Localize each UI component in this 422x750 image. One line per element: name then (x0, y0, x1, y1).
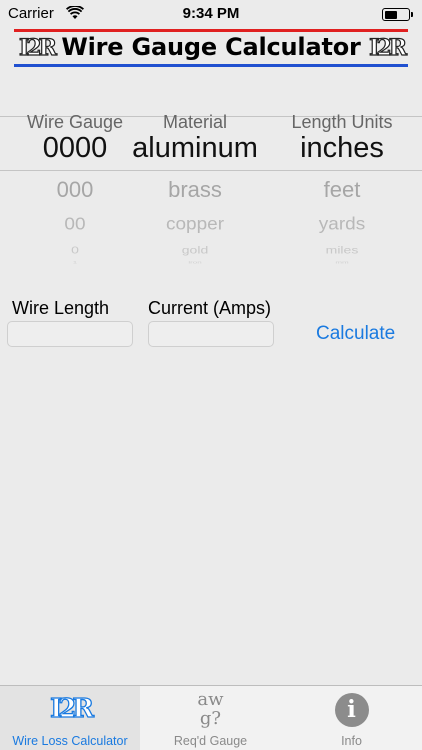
awg-icon-line2: g? (199, 708, 222, 729)
tab-label: Wire Loss Calculator (12, 734, 128, 748)
battery-icon (382, 8, 413, 21)
length-unit-option[interactable]: feet (272, 177, 412, 203)
calculate-button[interactable]: Calculate (316, 323, 395, 345)
material-option[interactable]: iron (120, 261, 270, 265)
app-banner: I2R Wire Gauge Calculator I2R (14, 28, 408, 68)
info-icon: i (334, 693, 369, 727)
current-label: Current (Amps) (148, 298, 272, 318)
wire-picker[interactable]: Wire Gauge Material Length Units 0000 al… (0, 106, 422, 271)
app-title: Wire Gauge Calculator (61, 33, 361, 61)
gauge-option[interactable]: 000 (14, 177, 136, 203)
i2r-logo-right: I2R (369, 34, 408, 61)
length-unit-option[interactable]: mm (272, 261, 412, 265)
length-unit-selected[interactable]: inches (272, 132, 412, 165)
gauge-option[interactable]: 0 (14, 244, 136, 255)
length-unit-option[interactable]: miles (272, 244, 412, 255)
status-bar: Carrier 9:34 PM (0, 0, 422, 28)
picker-header-length-units: Length Units (291, 112, 393, 132)
banner-red-line (14, 29, 408, 32)
clock-time: 9:34 PM (182, 5, 240, 22)
tab-wire-loss-calculator[interactable]: I2R Wire Loss Calculator (0, 686, 140, 750)
tab-info[interactable]: i Info (281, 686, 422, 750)
wire-length-input[interactable] (7, 321, 133, 347)
length-unit-option[interactable]: yards (272, 215, 412, 235)
tab-label: Info (341, 734, 362, 748)
tab-bar: I2R Wire Loss Calculator aw g? Req'd Gau… (0, 685, 422, 750)
gauge-option[interactable]: 00 (14, 215, 136, 235)
picker-selection-bottom-line (0, 170, 422, 171)
gauge-option[interactable]: 1 (14, 261, 136, 265)
material-option[interactable]: gold (120, 244, 270, 255)
material-option[interactable]: copper (120, 215, 270, 235)
picker-header-material: Material (162, 112, 228, 132)
battery-nub (411, 12, 413, 17)
i2r-icon: I2R (49, 693, 94, 724)
awg-icon: aw g? (197, 690, 223, 728)
material-selected[interactable]: aluminum (120, 132, 270, 165)
tab-label: Req'd Gauge (173, 734, 248, 748)
wire-length-label: Wire Length (12, 298, 110, 318)
battery-level (384, 10, 397, 19)
tab-reqd-gauge[interactable]: aw g? Req'd Gauge (140, 686, 281, 750)
awg-icon-line1: aw (197, 689, 224, 710)
material-option[interactable]: brass (120, 177, 270, 203)
banner-blue-line (14, 64, 408, 67)
picker-header-gauge: Wire Gauge (26, 112, 124, 132)
current-input[interactable] (148, 321, 274, 347)
gauge-selected[interactable]: 0000 (14, 132, 136, 165)
